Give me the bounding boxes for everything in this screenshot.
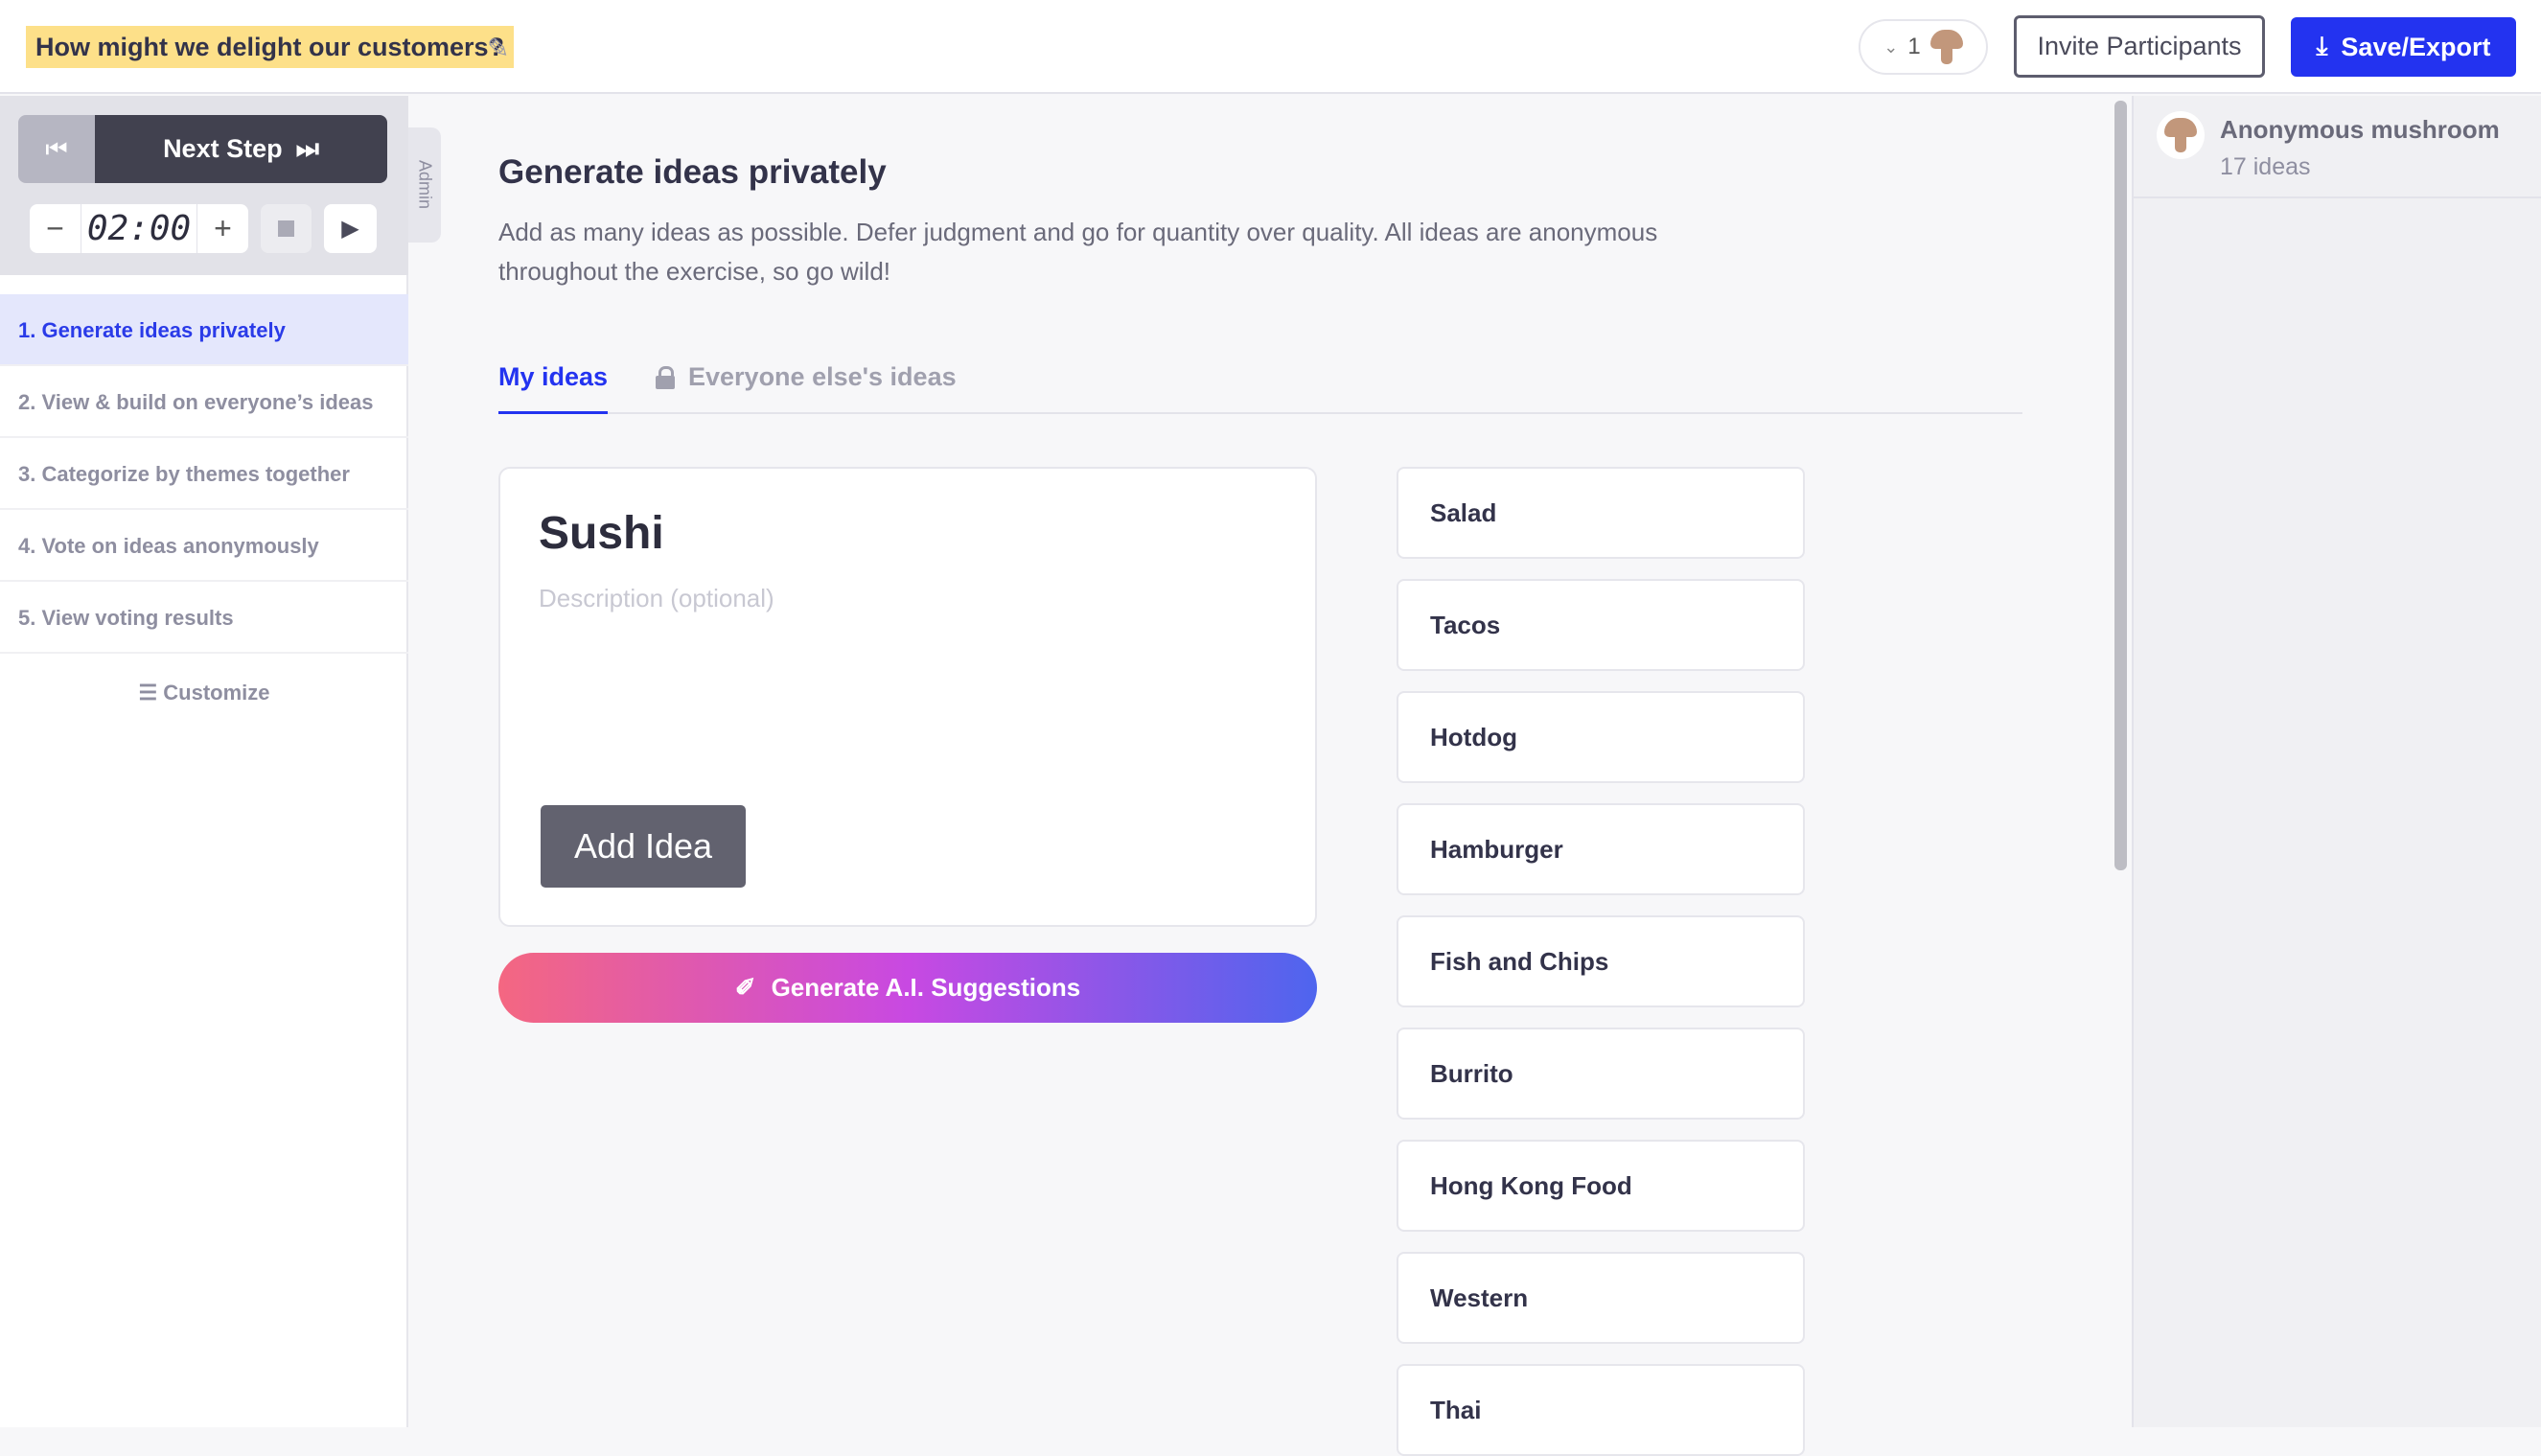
idea-description-input[interactable] (539, 584, 1277, 613)
idea-editor-card: Add Idea (498, 467, 1317, 927)
admin-tab[interactable]: Admin (408, 127, 441, 243)
download-icon: ⤓ (2316, 32, 2328, 60)
ai-suggestions-label: Generate A.I. Suggestions (771, 973, 1081, 1002)
previous-step-button[interactable]: ⏮ (18, 115, 95, 183)
idea-card[interactable]: Hong Kong Food (1397, 1140, 1805, 1232)
idea-card[interactable]: Western (1397, 1252, 1805, 1344)
idea-title-input[interactable] (539, 507, 1277, 560)
sliders-icon: ☰ (138, 681, 158, 705)
idea-card[interactable]: Hamburger (1397, 803, 1805, 895)
lock-icon (656, 365, 675, 389)
idea-tabs: My ideas Everyone else's ideas (498, 357, 2022, 414)
avatar (2157, 111, 2205, 159)
top-bar: How might we delight our customers? ✎ ⌄ … (0, 0, 2541, 94)
idea-card[interactable]: Burrito (1397, 1028, 1805, 1120)
edit-pencil-icon[interactable]: ✎ (487, 33, 509, 64)
tab-label: Everyone else's ideas (688, 362, 957, 391)
scrollbar[interactable] (2114, 101, 2127, 870)
step-item-4[interactable]: 4. Vote on ideas anonymously (0, 510, 408, 582)
idea-card[interactable]: Fish and Chips (1397, 915, 1805, 1007)
skip-forward-icon: ⏭ (295, 133, 319, 163)
idea-card[interactable]: Salad (1397, 467, 1805, 559)
idea-card[interactable]: Tacos (1397, 579, 1805, 671)
add-idea-button[interactable]: Add Idea (541, 805, 746, 888)
step-item-1[interactable]: 1. Generate ideas privately (0, 294, 408, 366)
page-title: Generate ideas privately (498, 153, 887, 191)
step-item-5[interactable]: 5. View voting results (0, 582, 408, 654)
mushroom-avatar-icon (1929, 30, 1963, 64)
chevron-down-icon: ⌄ (1883, 36, 1899, 57)
participants-dropdown[interactable]: ⌄ 1 (1859, 19, 1988, 75)
step-controls: ⏮ Next Step ⏭ − 02:00 + ▶ (0, 96, 408, 275)
participant-name: Anonymous mushroom (2220, 115, 2500, 144)
timer-stepper: − 02:00 + (30, 204, 248, 253)
mushroom-avatar-icon (2164, 118, 2197, 152)
step-item-3[interactable]: 3. Categorize by themes together (0, 438, 408, 510)
next-step-button[interactable]: Next Step ⏭ (95, 115, 387, 183)
participant-count: 1 (1907, 34, 1921, 59)
stop-icon (278, 220, 294, 237)
step-description: Add as many ideas as possible. Defer jud… (498, 218, 1658, 286)
sidebar: ⏮ Next Step ⏭ − 02:00 + ▶ 1. Generate id… (0, 96, 408, 1427)
generate-ai-suggestions-button[interactable]: ✐ Generate A.I. Suggestions (498, 953, 1317, 1023)
save-export-label: Save/Export (2341, 32, 2491, 61)
participant-idea-count: 17 ideas (2220, 153, 2311, 180)
invite-participants-button[interactable]: Invite Participants (2014, 15, 2265, 78)
step-item-2[interactable]: 2. View & build on everyone’s ideas (0, 366, 408, 438)
admin-label: Admin (415, 160, 435, 210)
participants-panel: Anonymous mushroom 17 ideas (2132, 96, 2541, 1427)
idea-card[interactable]: Thai (1397, 1364, 1805, 1456)
stop-timer-button[interactable] (261, 204, 312, 253)
timer-value[interactable]: 02:00 (81, 204, 197, 253)
idea-card[interactable]: Hotdog (1397, 691, 1805, 783)
tab-everyone-elses-ideas[interactable]: Everyone else's ideas (656, 362, 957, 392)
play-icon: ▶ (341, 216, 359, 242)
start-timer-button[interactable]: ▶ (324, 204, 377, 253)
next-step-label: Next Step (163, 134, 283, 163)
tab-my-ideas[interactable]: My ideas (498, 357, 609, 414)
customize-label: Customize (163, 681, 270, 705)
participant-row: Anonymous mushroom 17 ideas (2134, 96, 2541, 198)
timer-increase-button[interactable]: + (197, 204, 248, 253)
skip-back-icon: ⏮ (45, 133, 68, 163)
timer-decrease-button[interactable]: − (30, 204, 81, 253)
customize-button[interactable]: ☰ Customize (0, 681, 408, 705)
session-title[interactable]: How might we delight our customers? (26, 26, 515, 68)
save-export-button[interactable]: ⤓ Save/Export (2291, 17, 2516, 77)
magic-wand-icon: ✐ (734, 973, 756, 1002)
